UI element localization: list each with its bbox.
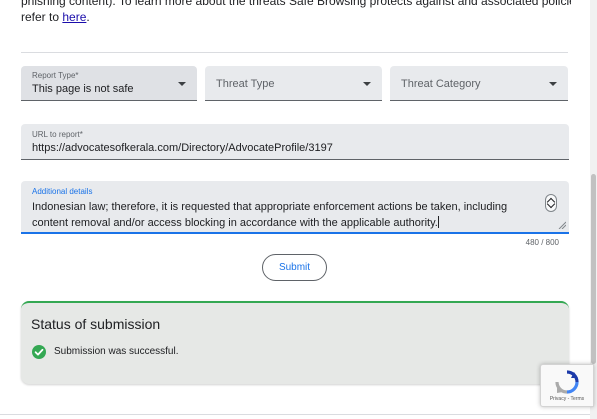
- url-field[interactable]: URL to report* https://advocatesofkerala…: [21, 124, 569, 160]
- section-divider: [21, 52, 568, 53]
- check-circle-icon: [32, 345, 46, 359]
- submit-button[interactable]: Submit: [262, 254, 327, 281]
- intro-line-2-prefix: refer to: [21, 10, 63, 24]
- report-type-label: Report Type*: [32, 71, 79, 80]
- details-line-1: Indonesian law; therefore, it is request…: [32, 201, 508, 213]
- report-type-value: This page is not safe: [32, 83, 134, 95]
- intro-line-1-text: phishing content). To learn more about t…: [21, 0, 571, 8]
- details-line-2: content removal and/or access blocking i…: [32, 215, 532, 231]
- details-line-2-text: content removal and/or access blocking i…: [32, 217, 438, 229]
- threat-type-select[interactable]: Threat Type: [205, 66, 382, 101]
- threat-type-placeholder: Threat Type: [216, 78, 275, 90]
- status-title: Status of submission: [31, 316, 161, 332]
- report-type-select[interactable]: Report Type* This page is not safe: [21, 66, 197, 101]
- here-link[interactable]: here: [62, 10, 86, 24]
- additional-details-label: Additional details: [32, 187, 93, 196]
- character-counter: 480 / 800: [525, 238, 559, 247]
- recaptcha-footer[interactable]: Privacy - Terms: [541, 396, 593, 402]
- text-caret: [437, 216, 439, 228]
- threat-category-select[interactable]: Threat Category: [390, 66, 568, 101]
- additional-details-text: Indonesian law; therefore, it is request…: [32, 199, 532, 231]
- dropdown-arrow-icon: [549, 82, 557, 86]
- scroll-spinner-icon[interactable]: [545, 194, 557, 212]
- recaptcha-logo-icon: [555, 370, 579, 394]
- intro-text: phishing content). To learn more about t…: [21, 0, 571, 52]
- additional-details-field[interactable]: Additional details Indonesian law; there…: [21, 181, 569, 234]
- intro-line-2: refer to here.: [21, 9, 571, 25]
- page-scrollbar[interactable]: [590, 0, 597, 419]
- recaptcha-badge[interactable]: Privacy - Terms: [540, 364, 594, 407]
- status-card: Status of submission Submission was succ…: [21, 301, 569, 384]
- resize-handle-icon[interactable]: [558, 221, 566, 229]
- threat-category-placeholder: Threat Category: [401, 78, 481, 90]
- status-message: Submission was successful.: [54, 346, 179, 357]
- url-label: URL to report*: [32, 130, 83, 139]
- intro-line-1: phishing content). To learn more about t…: [21, 0, 571, 9]
- report-page: phishing content). To learn more about t…: [0, 0, 597, 419]
- dropdown-arrow-icon: [363, 82, 371, 86]
- scrollbar-thumb[interactable]: [591, 174, 596, 364]
- intro-line-2-suffix: .: [86, 10, 90, 24]
- bottom-divider: [0, 414, 590, 415]
- dropdown-arrow-icon: [178, 82, 186, 86]
- url-value: https://advocatesofkerala.com/Directory/…: [32, 142, 333, 154]
